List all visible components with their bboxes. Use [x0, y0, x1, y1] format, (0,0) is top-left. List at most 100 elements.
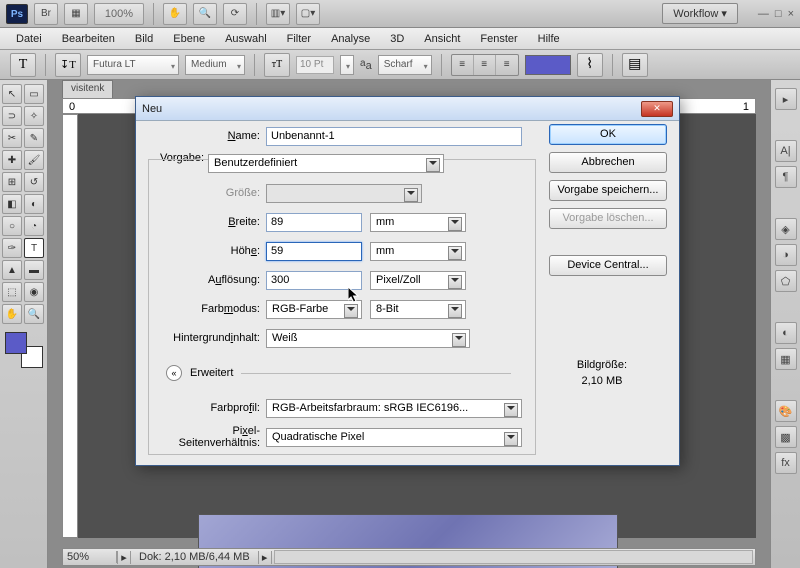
- name-input[interactable]: Unbenannt-1: [266, 127, 522, 146]
- character-panel-icon[interactable]: ▤: [622, 53, 648, 77]
- dialog-close-button[interactable]: ✕: [641, 101, 673, 117]
- eyedropper-tool-icon[interactable]: ✎: [24, 128, 44, 148]
- collapse-panels-icon[interactable]: ▸: [775, 88, 797, 110]
- delete-preset-button[interactable]: Vorgabe löschen...: [549, 208, 667, 229]
- size-label: Größe:: [190, 187, 266, 199]
- move-tool-icon[interactable]: ↖: [2, 84, 22, 104]
- status-nav-icon[interactable]: ▸: [117, 551, 131, 564]
- camera-tool-icon[interactable]: ◉: [24, 282, 44, 302]
- menu-bearbeiten[interactable]: Bearbeiten: [52, 30, 125, 48]
- document-tab[interactable]: visitenk: [62, 80, 113, 98]
- background-dropdown[interactable]: Weiß: [266, 329, 470, 348]
- tool-type-icon[interactable]: T: [10, 53, 36, 77]
- crop-tool-icon[interactable]: ✂: [2, 128, 22, 148]
- hand-tool-icon[interactable]: ✋: [2, 304, 22, 324]
- align-right-icon[interactable]: ≡: [496, 55, 518, 75]
- cancel-button[interactable]: Abbrechen: [549, 152, 667, 173]
- workspace-switcher[interactable]: Workflow ▾: [662, 3, 738, 24]
- menu-ebene[interactable]: Ebene: [163, 30, 215, 48]
- paths-panel-icon[interactable]: ⬠: [775, 270, 797, 292]
- menu-3d[interactable]: 3D: [380, 30, 414, 48]
- bridge-icon[interactable]: Br: [34, 3, 58, 25]
- zoom-tool-icon[interactable]: 🔍: [24, 304, 44, 324]
- menu-fenster[interactable]: Fenster: [470, 30, 527, 48]
- width-input[interactable]: 89: [266, 213, 362, 232]
- heal-tool-icon[interactable]: ✚: [2, 150, 22, 170]
- font-size-icon: тT: [264, 53, 290, 77]
- gradient-tool-icon[interactable]: ◐: [24, 194, 44, 214]
- arrange-icon[interactable]: ▥▾: [266, 3, 290, 25]
- character-panel-icon[interactable]: A|: [775, 140, 797, 162]
- menu-analyse[interactable]: Analyse: [321, 30, 380, 48]
- bit-depth-dropdown[interactable]: 8-Bit: [370, 300, 466, 319]
- foreground-color[interactable]: [5, 332, 27, 354]
- maximize-icon[interactable]: □: [775, 8, 782, 20]
- zoom-level[interactable]: 100%: [94, 3, 144, 25]
- antialias-dropdown[interactable]: Scharf: [378, 55, 432, 75]
- menu-bild[interactable]: Bild: [125, 30, 163, 48]
- adjustments-panel-icon[interactable]: ◐: [775, 322, 797, 344]
- magnify-icon[interactable]: 🔍: [193, 3, 217, 25]
- screen-mode-icon[interactable]: ▢▾: [296, 3, 320, 25]
- width-unit-dropdown[interactable]: mm: [370, 213, 466, 232]
- type-tool-icon[interactable]: T: [24, 238, 44, 258]
- hand-icon[interactable]: ✋: [163, 3, 187, 25]
- layers-panel-icon[interactable]: ◈: [775, 218, 797, 240]
- zoom-readout[interactable]: 50%: [63, 551, 117, 563]
- paragraph-panel-icon[interactable]: ¶: [775, 166, 797, 188]
- height-input[interactable]: 59: [266, 242, 362, 261]
- rotate-icon[interactable]: ⟳: [223, 3, 247, 25]
- status-menu-icon[interactable]: ▸: [258, 551, 272, 564]
- 3d-tool-icon[interactable]: ⬚: [2, 282, 22, 302]
- actions-panel-icon[interactable]: fx: [775, 452, 797, 474]
- eraser-tool-icon[interactable]: ◧: [2, 194, 22, 214]
- warp-text-icon[interactable]: ⌇: [577, 53, 603, 77]
- font-size-input[interactable]: 10 Pt: [296, 56, 334, 74]
- channels-panel-icon[interactable]: ◑: [775, 244, 797, 266]
- scroll-track[interactable]: [274, 550, 753, 564]
- align-center-icon[interactable]: ≡: [474, 55, 496, 75]
- stamp-tool-icon[interactable]: ⊞: [2, 172, 22, 192]
- shape-tool-icon[interactable]: ▬: [24, 260, 44, 280]
- brush-tool-icon[interactable]: 🖌: [24, 150, 44, 170]
- color-mode-dropdown[interactable]: RGB-Farbe: [266, 300, 362, 319]
- dialog-titlebar[interactable]: Neu ✕: [136, 97, 679, 121]
- swatches-panel-icon[interactable]: ▩: [775, 426, 797, 448]
- text-orientation-icon[interactable]: ↧T: [55, 53, 81, 77]
- film-icon[interactable]: ▦: [64, 3, 88, 25]
- marquee-tool-icon[interactable]: ▭: [24, 84, 44, 104]
- menu-datei[interactable]: Datei: [6, 30, 52, 48]
- height-unit-dropdown[interactable]: mm: [370, 242, 466, 261]
- text-color-swatch[interactable]: [525, 55, 571, 75]
- save-preset-button[interactable]: Vorgabe speichern...: [549, 180, 667, 201]
- menu-hilfe[interactable]: Hilfe: [528, 30, 570, 48]
- ok-button[interactable]: OK: [549, 124, 667, 145]
- color-profile-dropdown[interactable]: RGB-Arbeitsfarbraum: sRGB IEC6196...: [266, 399, 522, 418]
- wand-tool-icon[interactable]: ✧: [24, 106, 44, 126]
- font-weight-dropdown[interactable]: Medium: [185, 55, 245, 75]
- font-family-dropdown[interactable]: Futura LT: [87, 55, 179, 75]
- menu-filter[interactable]: Filter: [277, 30, 321, 48]
- resolution-input[interactable]: 300: [266, 271, 362, 290]
- advanced-expander[interactable]: «: [166, 365, 182, 381]
- lasso-tool-icon[interactable]: ⊃: [2, 106, 22, 126]
- styles-panel-icon[interactable]: ▦: [775, 348, 797, 370]
- minimize-icon[interactable]: —: [758, 8, 769, 20]
- pen-tool-icon[interactable]: ✑: [2, 238, 22, 258]
- device-central-button[interactable]: Device Central...: [549, 255, 667, 276]
- font-size-stepper[interactable]: [340, 55, 354, 75]
- color-panel-icon[interactable]: 🎨: [775, 400, 797, 422]
- resolution-unit-dropdown[interactable]: Pixel/Zoll: [370, 271, 466, 290]
- color-swatches[interactable]: [5, 332, 43, 368]
- pixel-aspect-dropdown[interactable]: Quadratische Pixel: [266, 428, 522, 447]
- history-brush-icon[interactable]: ↺: [24, 172, 44, 192]
- path-select-icon[interactable]: ▲: [2, 260, 22, 280]
- blur-tool-icon[interactable]: ○: [2, 216, 22, 236]
- window-controls: — □ ×: [758, 8, 794, 20]
- align-left-icon[interactable]: ≡: [452, 55, 474, 75]
- menu-auswahl[interactable]: Auswahl: [215, 30, 277, 48]
- dodge-tool-icon[interactable]: ◔: [24, 216, 44, 236]
- preset-dropdown[interactable]: Benutzerdefiniert: [208, 154, 444, 173]
- menu-ansicht[interactable]: Ansicht: [414, 30, 470, 48]
- close-icon[interactable]: ×: [788, 8, 794, 20]
